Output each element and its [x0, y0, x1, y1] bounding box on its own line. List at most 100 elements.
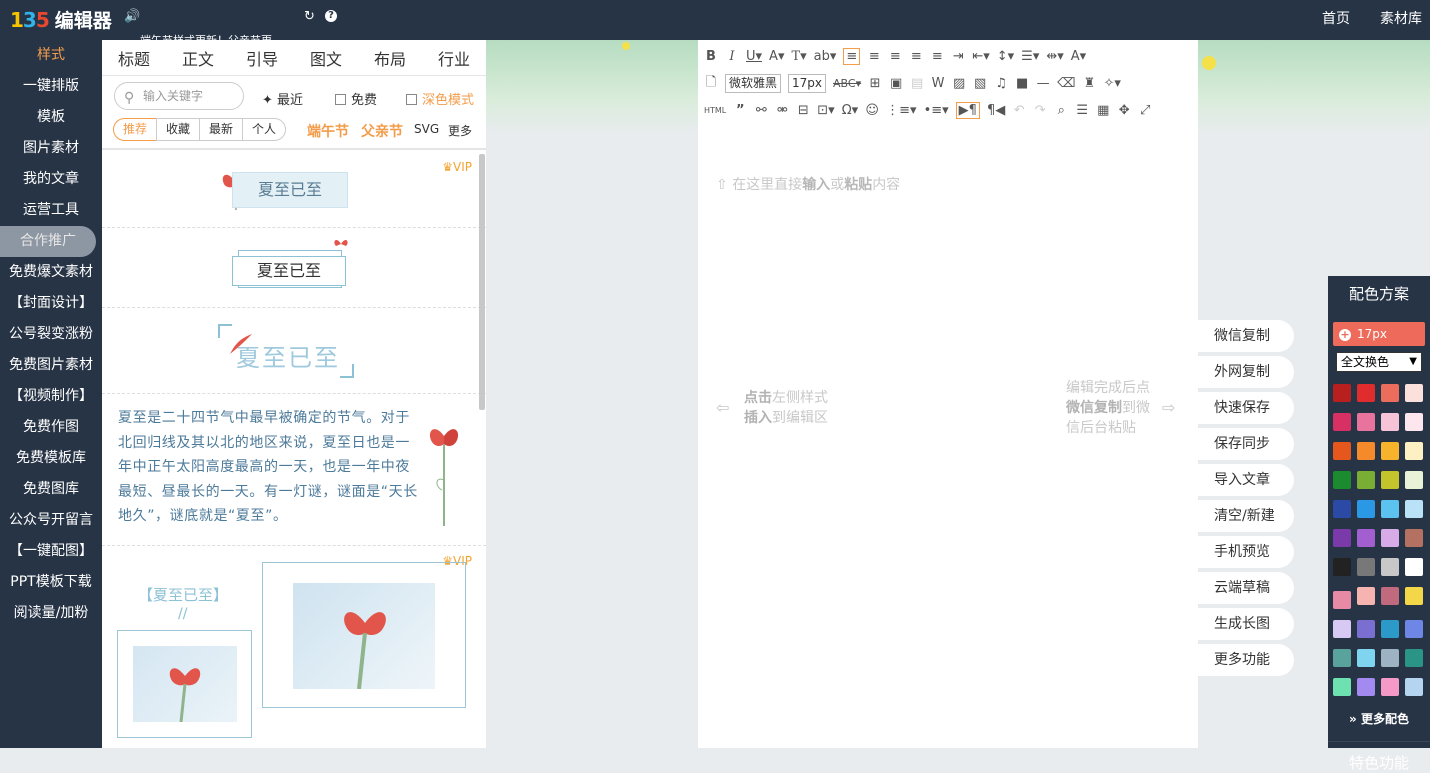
color-swatch[interactable] — [1381, 471, 1399, 489]
divider-icon[interactable]: — — [1036, 76, 1050, 91]
sidebar-item-template[interactable]: 模板 — [0, 102, 102, 133]
color-swatch[interactable] — [1357, 678, 1375, 696]
color-swatch[interactable] — [1381, 442, 1399, 460]
external-copy-button[interactable]: 外网复制 — [1198, 356, 1294, 388]
mobile-preview-button[interactable]: 手机预览 — [1198, 536, 1294, 568]
color-swatch[interactable] — [1333, 558, 1351, 576]
color-swatch[interactable] — [1357, 500, 1375, 518]
color-swatch[interactable] — [1333, 384, 1351, 402]
svg-link[interactable]: SVG — [414, 122, 439, 136]
style-item[interactable]: 夏至已至 — [102, 228, 486, 308]
recent-button[interactable]: ✦ 最近 — [262, 89, 303, 108]
fullscreen-icon[interactable]: ⤢ — [1138, 103, 1152, 118]
color-swatch[interactable] — [1405, 529, 1423, 547]
link-icon[interactable]: ⚯ — [754, 103, 768, 118]
editor-placeholder[interactable]: ⇧ 在这里直接输入或粘贴内容 — [716, 174, 900, 194]
align-bottom-icon[interactable]: ≡ — [909, 49, 923, 64]
color-swatch[interactable] — [1405, 500, 1423, 518]
color-swatch[interactable] — [1381, 587, 1399, 605]
logo[interactable]: 135 编辑器 — [10, 6, 112, 33]
insert-image-icon[interactable]: ▨ — [952, 76, 966, 91]
color-swatch[interactable] — [1357, 413, 1375, 431]
align-center-icon[interactable]: ≡ — [867, 49, 881, 64]
move-icon[interactable]: ✥ — [1117, 103, 1131, 118]
magic-icon[interactable]: ✧▾ — [1104, 76, 1121, 91]
font-color-icon[interactable]: A▾ — [769, 49, 784, 64]
import-article-button[interactable]: 导入文章 — [1198, 464, 1294, 496]
letter-spacing-icon[interactable]: A▾ — [1071, 49, 1086, 64]
sidebar-item-free-drawing[interactable]: 免费作图 — [0, 412, 102, 443]
ordered-list-icon[interactable]: ⋮≡▾ — [886, 103, 916, 118]
template-icon[interactable]: ⊟ — [796, 103, 810, 118]
ltr-icon[interactable]: ▶¶ — [956, 102, 980, 119]
color-swatch[interactable] — [1333, 529, 1351, 547]
sidebar-item-comments[interactable]: 公众号开留言 — [0, 505, 102, 536]
sidebar-item-fission[interactable]: 公号裂变涨粉 — [0, 319, 102, 350]
sidebar-item-one-click-layout[interactable]: 一键排版 — [0, 71, 102, 102]
sidebar-item-free-gallery[interactable]: 免费图库 — [0, 474, 102, 505]
more-link[interactable]: 更多 — [448, 122, 472, 139]
help-icon[interactable]: ? — [325, 10, 337, 22]
find-replace-icon[interactable]: ⌕ — [1054, 103, 1068, 118]
color-swatch[interactable] — [1381, 413, 1399, 431]
style-item[interactable]: 夏至是二十四节气中最早被确定的节气。对于北回归线及其以北的地区来说，夏至日也是一… — [102, 394, 486, 546]
color-swatch[interactable] — [1381, 558, 1399, 576]
color-swatch[interactable] — [1333, 591, 1351, 609]
tab-layout[interactable]: 布局 — [374, 46, 406, 70]
tab-industry[interactable]: 行业 — [438, 46, 470, 70]
align-left-icon[interactable]: ≡ — [843, 48, 860, 65]
filter-recommended[interactable]: 推荐 — [113, 118, 157, 141]
color-swatch[interactable] — [1405, 587, 1423, 605]
color-swatch[interactable] — [1381, 620, 1399, 638]
music-icon[interactable]: ♫ — [994, 76, 1008, 91]
paragraph-spacing-icon[interactable]: ☰▾ — [1021, 49, 1039, 64]
sidebar-item-image-material[interactable]: 图片素材 — [0, 133, 102, 164]
color-swatch[interactable] — [1381, 678, 1399, 696]
fathers-day-link[interactable]: 父亲节 — [361, 121, 403, 141]
quick-save-button[interactable]: 快速保存 — [1198, 392, 1294, 424]
undo-icon[interactable]: ↶ — [1012, 103, 1026, 118]
style-item[interactable]: ♛VIP 【夏至已至】 // — [102, 546, 486, 748]
sidebar-item-free-templates[interactable]: 免费模板库 — [0, 443, 102, 474]
dragon-boat-festival-link[interactable]: 端午节 — [307, 121, 349, 141]
sidebar-item-viral-material[interactable]: 免费爆文素材 — [0, 257, 102, 288]
font-size-select[interactable]: 17px — [788, 74, 826, 93]
color-swatch[interactable] — [1357, 587, 1375, 605]
format-brush-icon[interactable]: ♜ — [1083, 76, 1097, 91]
emoji-icon[interactable]: ☺ — [865, 103, 879, 118]
color-swatch[interactable] — [1357, 384, 1375, 402]
line-height-icon[interactable]: ↕▾ — [997, 49, 1014, 64]
color-swatch[interactable] — [1333, 500, 1351, 518]
outdent-icon[interactable]: ⇤▾ — [972, 49, 989, 64]
color-swatch[interactable] — [1333, 649, 1351, 667]
sidebar-item-free-images[interactable]: 免费图片素材 — [0, 350, 102, 381]
eraser-icon[interactable]: ⌫ — [1057, 76, 1075, 91]
free-checkbox[interactable]: 免费 — [335, 89, 377, 108]
color-swatch[interactable] — [1405, 620, 1423, 638]
align-right-icon[interactable]: ≡ — [888, 49, 902, 64]
more-functions-button[interactable]: 更多功能 — [1198, 644, 1294, 676]
wechat-copy-button[interactable]: 微信复制 — [1198, 320, 1294, 352]
bold-icon[interactable]: B — [704, 49, 718, 64]
tab-image-text[interactable]: 图文 — [310, 46, 342, 70]
cloud-draft-button[interactable]: 云端草稿 — [1198, 572, 1294, 604]
color-swatch[interactable] — [1357, 620, 1375, 638]
underline-icon[interactable]: U▾ — [746, 49, 762, 64]
sidebar-item-style[interactable]: 样式 — [0, 40, 102, 71]
color-swatch[interactable] — [1333, 442, 1351, 460]
font-family-select[interactable]: 微软雅黑 — [725, 74, 781, 93]
color-swatch[interactable] — [1405, 558, 1423, 576]
color-swatch[interactable] — [1357, 442, 1375, 460]
gallery-icon[interactable]: ▧ — [973, 76, 987, 91]
indent-icon[interactable]: ⇥ — [951, 49, 965, 64]
dark-mode-checkbox[interactable]: 深色模式 — [406, 89, 474, 108]
color-swatch[interactable] — [1357, 471, 1375, 489]
color-swatch[interactable] — [1381, 649, 1399, 667]
home-link[interactable]: 首页 — [1322, 8, 1350, 28]
color-swatch[interactable] — [1333, 620, 1351, 638]
refresh-icon[interactable]: ↻ — [304, 9, 315, 24]
color-swatch[interactable] — [1405, 649, 1423, 667]
word-import-icon[interactable]: W — [931, 76, 945, 91]
color-size-button[interactable]: +17px — [1333, 322, 1425, 346]
multi-image-icon[interactable]: ▤ — [910, 76, 924, 91]
